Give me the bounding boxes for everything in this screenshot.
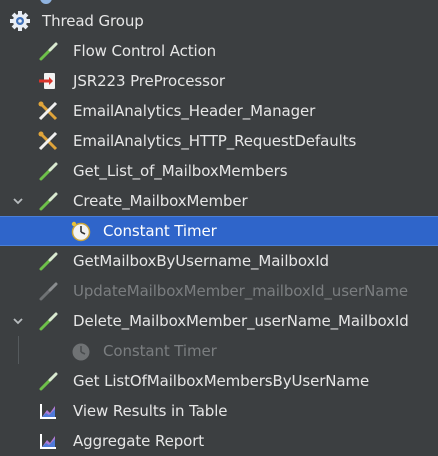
tree-item-label: Flow Control Action [73, 42, 217, 60]
tree-item-delete-mailbox-member[interactable]: Delete_MailboxMember_userName_MailboxId [0, 306, 438, 336]
test-plan-tree: Thread Group Flow Control Action JSR223 … [0, 0, 438, 450]
gear-icon [8, 9, 32, 33]
pipette-icon [36, 249, 60, 273]
timer-icon [69, 219, 93, 243]
chart-icon [36, 399, 60, 423]
tree-item-label: EmailAnalytics_HTTP_RequestDefaults [73, 132, 357, 150]
tree-item-get-mailbox-by-username[interactable]: GetMailboxByUsername_MailboxId [0, 246, 438, 276]
tree-item-label: View Results in Table [73, 402, 228, 420]
tree-item-label: Constant Timer [103, 342, 217, 360]
tree-item-get-list-of-mailbox-members[interactable]: Get_List_of_MailboxMembers [0, 156, 438, 186]
tree-item-aggregate-report[interactable]: Aggregate Report [0, 426, 438, 456]
preprocessor-icon [36, 69, 60, 93]
tree-item-constant-timer-disabled[interactable]: Constant Timer [0, 336, 438, 366]
pipette-icon [36, 189, 60, 213]
pipette-icon [36, 39, 60, 63]
tree-item-constant-timer[interactable]: Constant Timer [0, 216, 438, 246]
tree-item-header-manager[interactable]: EmailAnalytics_Header_Manager [0, 96, 438, 126]
tree-item-jsr223-preprocessor[interactable]: JSR223 PreProcessor [0, 66, 438, 96]
pipette-icon [36, 369, 60, 393]
tree-item-label: Constant Timer [103, 222, 217, 240]
tree-item-label: Get ListOfMailboxMembersByUserName [73, 372, 370, 390]
pipette-icon [36, 159, 60, 183]
tree-item-http-request-defaults[interactable]: EmailAnalytics_HTTP_RequestDefaults [0, 126, 438, 156]
chevron-down-icon[interactable] [11, 194, 25, 208]
tree-item-label: Aggregate Report [73, 432, 205, 450]
chevron-down-icon[interactable] [11, 314, 25, 328]
tree-item-thread-group[interactable]: Thread Group [0, 6, 438, 36]
tree-item-label: Get_List_of_MailboxMembers [73, 162, 288, 180]
tree-item-label: UpdateMailboxMember_mailboxId_userName [73, 282, 408, 300]
tree-item-label: Delete_MailboxMember_userName_MailboxId [73, 312, 409, 330]
tree-item-label: GetMailboxByUsername_MailboxId [73, 252, 329, 270]
tree-item-create-mailbox-member[interactable]: Create_MailboxMember [0, 186, 438, 216]
timer-icon [69, 339, 93, 363]
tree-item-label: EmailAnalytics_Header_Manager [73, 102, 316, 120]
pipette-icon [36, 279, 60, 303]
tree-item-flow-control-action[interactable]: Flow Control Action [0, 36, 438, 66]
tree-item-label: Create_MailboxMember [73, 192, 248, 210]
wrench-scissors-icon [36, 129, 60, 153]
tree-item-get-list-of-mailbox-members-by-username[interactable]: Get ListOfMailboxMembersByUserName [0, 366, 438, 396]
chart-icon [36, 429, 60, 453]
tree-item-label: JSR223 PreProcessor [73, 72, 225, 90]
tree-item-view-results-in-table[interactable]: View Results in Table [0, 396, 438, 426]
tree-item-update-mailbox-member[interactable]: UpdateMailboxMember_mailboxId_userName [0, 276, 438, 306]
wrench-scissors-icon [36, 99, 60, 123]
pipette-icon [36, 309, 60, 333]
tree-item-label: Thread Group [42, 12, 144, 30]
